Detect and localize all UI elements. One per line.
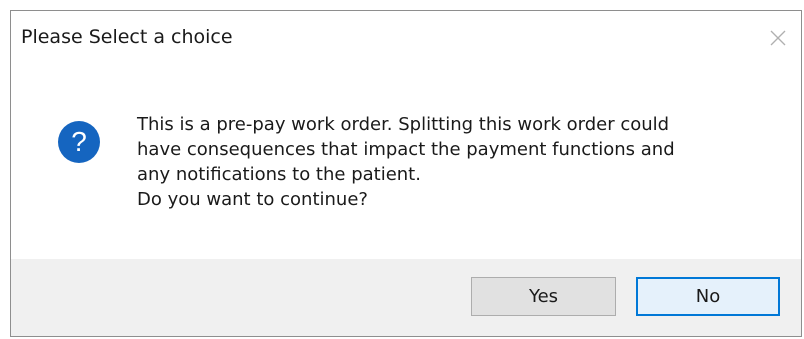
message-line: any notifications to the patient. [137, 164, 421, 185]
message-line: Do you want to continue? [137, 189, 368, 210]
no-button[interactable]: No [636, 277, 780, 316]
close-button[interactable] [761, 23, 795, 53]
svg-text:?: ? [71, 126, 87, 157]
dialog-title: Please Select a choice [21, 26, 233, 48]
yes-button[interactable]: Yes [471, 277, 616, 316]
question-icon: ? [58, 121, 100, 163]
dialog-message: This is a pre-pay work order. Splitting … [137, 112, 777, 212]
dialog-titlebar: Please Select a choice [11, 11, 801, 67]
message-line: This is a pre-pay work order. Splitting … [137, 114, 670, 135]
message-line: have consequences that impact the paymen… [137, 139, 675, 160]
confirmation-dialog: Please Select a choice ? This is a pre-p… [10, 10, 802, 337]
close-icon [770, 30, 786, 46]
dialog-button-bar: Yes No [11, 259, 801, 336]
dialog-content: ? This is a pre-pay work order. Splittin… [11, 67, 801, 260]
